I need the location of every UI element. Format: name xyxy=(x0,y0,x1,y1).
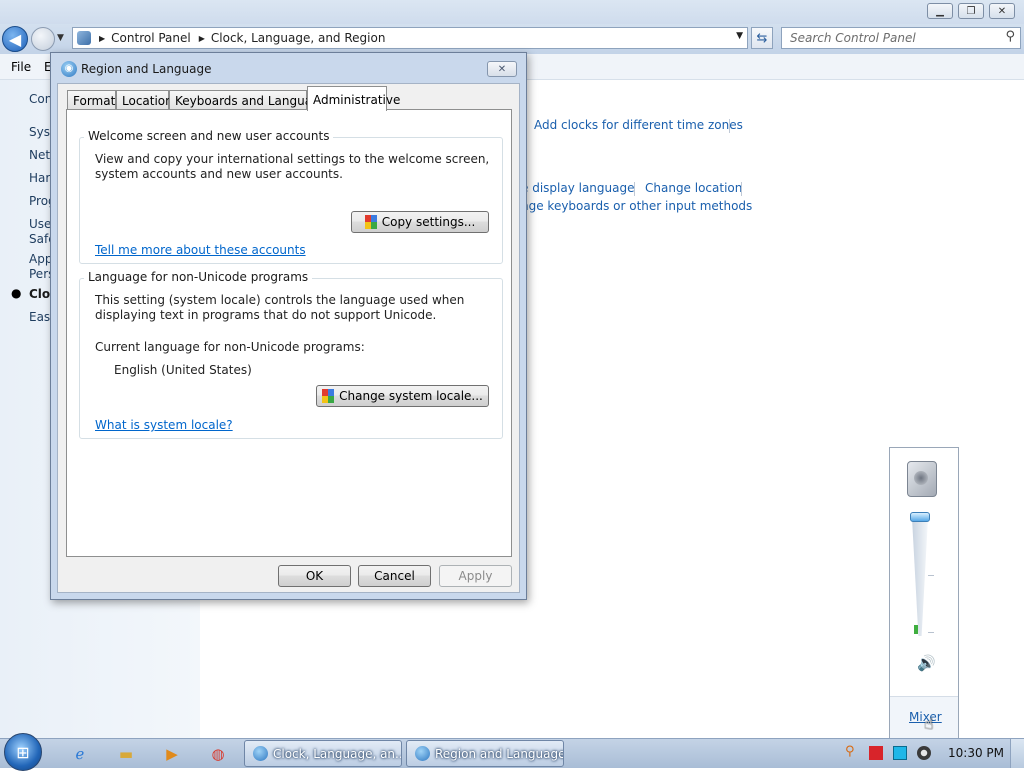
start-button[interactable]: ⊞ xyxy=(4,733,42,771)
change-location-link[interactable]: Change location xyxy=(645,181,742,195)
dialog-title: Region and Language xyxy=(81,62,212,76)
menu-file[interactable]: File xyxy=(11,60,31,74)
close-icon: ✕ xyxy=(497,63,507,75)
uac-shield-icon xyxy=(322,389,335,403)
back-button[interactable]: ◀ xyxy=(2,26,28,52)
windows-logo-icon: ⊞ xyxy=(16,742,30,762)
cancel-button[interactable]: Cancel xyxy=(358,565,431,587)
dialog-body: Formats Location Keyboards and Languages… xyxy=(57,83,520,593)
breadcrumb-separator-icon: ▶ xyxy=(198,33,205,43)
task-label: Clock, Language, an... xyxy=(273,746,402,761)
dialog-close-button[interactable]: ✕ xyxy=(487,61,517,77)
chrome-icon[interactable]: ◍ xyxy=(207,743,229,765)
action-center-flag-icon[interactable] xyxy=(869,746,883,760)
speaker-mute-icon[interactable]: 🔊 xyxy=(917,654,936,672)
current-item-bullet-icon: ● xyxy=(11,286,22,300)
copy-settings-button[interactable]: Copy settings... xyxy=(351,211,489,233)
task-region-language[interactable]: Region and Language xyxy=(406,740,564,767)
media-player-icon[interactable]: ▶ xyxy=(161,743,183,765)
volume-flyout: 🔊 Mixer ☝ xyxy=(889,447,959,738)
globe-icon: ◉ xyxy=(61,61,77,77)
nav-appearance[interactable]: App xyxy=(29,252,52,266)
forward-button[interactable] xyxy=(31,27,55,51)
tell-me-more-link[interactable]: Tell me more about these accounts xyxy=(95,243,306,257)
add-clocks-link[interactable]: Add clocks for different time zones xyxy=(534,118,743,132)
breadcrumb-control-panel[interactable]: Control Panel xyxy=(111,31,191,45)
region-language-dialog: ◉ Region and Language ✕ Formats Location… xyxy=(50,52,527,600)
breadcrumb-clock-language-region[interactable]: Clock, Language, and Region xyxy=(211,31,386,45)
search-tray-icon[interactable]: ⚲ xyxy=(845,744,859,759)
change-display-language-link[interactable]: e display language xyxy=(521,181,635,195)
link-divider xyxy=(729,119,730,133)
search-icon[interactable]: ⚲ xyxy=(1005,29,1015,44)
back-arrow-icon: ◀ xyxy=(8,29,22,49)
show-desktop-button[interactable] xyxy=(1010,739,1024,768)
window-titlebar: ▁ ❐ ✕ xyxy=(0,0,1024,24)
control-panel-icon xyxy=(253,746,268,761)
windows-explorer-icon[interactable]: ▬ xyxy=(115,743,137,765)
welcome-description: View and copy your international setting… xyxy=(95,152,490,181)
volume-tray-icon[interactable] xyxy=(917,746,931,760)
tab-administrative[interactable]: Administrative xyxy=(307,86,400,111)
breadcrumb-separator-icon: ▶ xyxy=(99,33,106,43)
link-divider xyxy=(741,182,742,196)
tab-keyboards-languages[interactable]: Keyboards and Languages xyxy=(169,90,333,110)
change-system-locale-button[interactable]: Change system locale... xyxy=(316,385,489,407)
current-language-label: Current language for non-Unicode program… xyxy=(95,340,365,354)
restore-button[interactable]: ❐ xyxy=(958,3,984,19)
what-is-system-locale-link[interactable]: What is system locale? xyxy=(95,418,233,432)
hand-cursor-icon: ☝ xyxy=(924,714,934,733)
address-bar[interactable]: ▶ Control Panel ▶ Clock, Language, and R… xyxy=(72,27,748,49)
internet-explorer-icon[interactable]: ℯ xyxy=(69,743,91,765)
copy-settings-label: Copy settings... xyxy=(381,215,476,229)
close-window-button[interactable]: ✕ xyxy=(989,3,1015,19)
network-icon[interactable] xyxy=(893,746,907,760)
control-panel-icon xyxy=(77,31,91,45)
volume-slider-track[interactable] xyxy=(912,518,928,636)
search-input[interactable]: Search Control Panel ⚲ xyxy=(781,27,1021,49)
volume-footer: Mixer ☝ xyxy=(890,696,958,738)
speakers-device-icon[interactable] xyxy=(907,461,937,497)
search-placeholder: Search Control Panel xyxy=(790,31,916,45)
volume-slider-thumb[interactable] xyxy=(910,512,930,522)
change-keyboards-link[interactable]: nge keyboards or other input methods xyxy=(521,199,752,213)
tab-location[interactable]: Location xyxy=(116,90,173,110)
task-label: Region and Language xyxy=(435,746,564,761)
tab-formats[interactable]: Formats xyxy=(67,90,122,110)
change-system-locale-label: Change system locale... xyxy=(339,389,483,403)
minimize-button[interactable]: ▁ xyxy=(927,3,953,19)
welcome-group-title: Welcome screen and new user accounts xyxy=(84,129,334,143)
recent-pages-dropdown[interactable]: ▼ xyxy=(57,33,64,43)
slider-tick xyxy=(928,632,934,633)
current-language-value: English (United States) xyxy=(114,363,252,377)
slider-tick xyxy=(928,575,934,576)
taskbar-clock[interactable]: 10:30 PM xyxy=(948,746,1004,760)
address-dropdown-icon[interactable]: ▼ xyxy=(736,31,743,41)
volume-level-fill xyxy=(914,625,918,634)
link-divider xyxy=(634,182,635,196)
ok-button[interactable]: OK xyxy=(278,565,351,587)
globe-icon xyxy=(415,746,430,761)
task-clock-language-region[interactable]: Clock, Language, an... xyxy=(244,740,402,767)
non-unicode-group-title: Language for non-Unicode programs xyxy=(84,270,313,284)
taskbar: ⊞ ℯ ▬ ▶ ◍ Clock, Language, an... Region … xyxy=(0,733,1024,771)
refresh-icon: ⇆ xyxy=(756,30,768,46)
administrative-tab-page: Welcome screen and new user accounts Vie… xyxy=(66,109,512,557)
uac-shield-icon xyxy=(364,215,378,229)
apply-button[interactable]: Apply xyxy=(439,565,512,587)
nav-control-panel-home[interactable]: Con xyxy=(29,92,52,106)
refresh-button[interactable]: ⇆ xyxy=(751,27,773,49)
non-unicode-description: This setting (system locale) controls th… xyxy=(95,293,465,322)
